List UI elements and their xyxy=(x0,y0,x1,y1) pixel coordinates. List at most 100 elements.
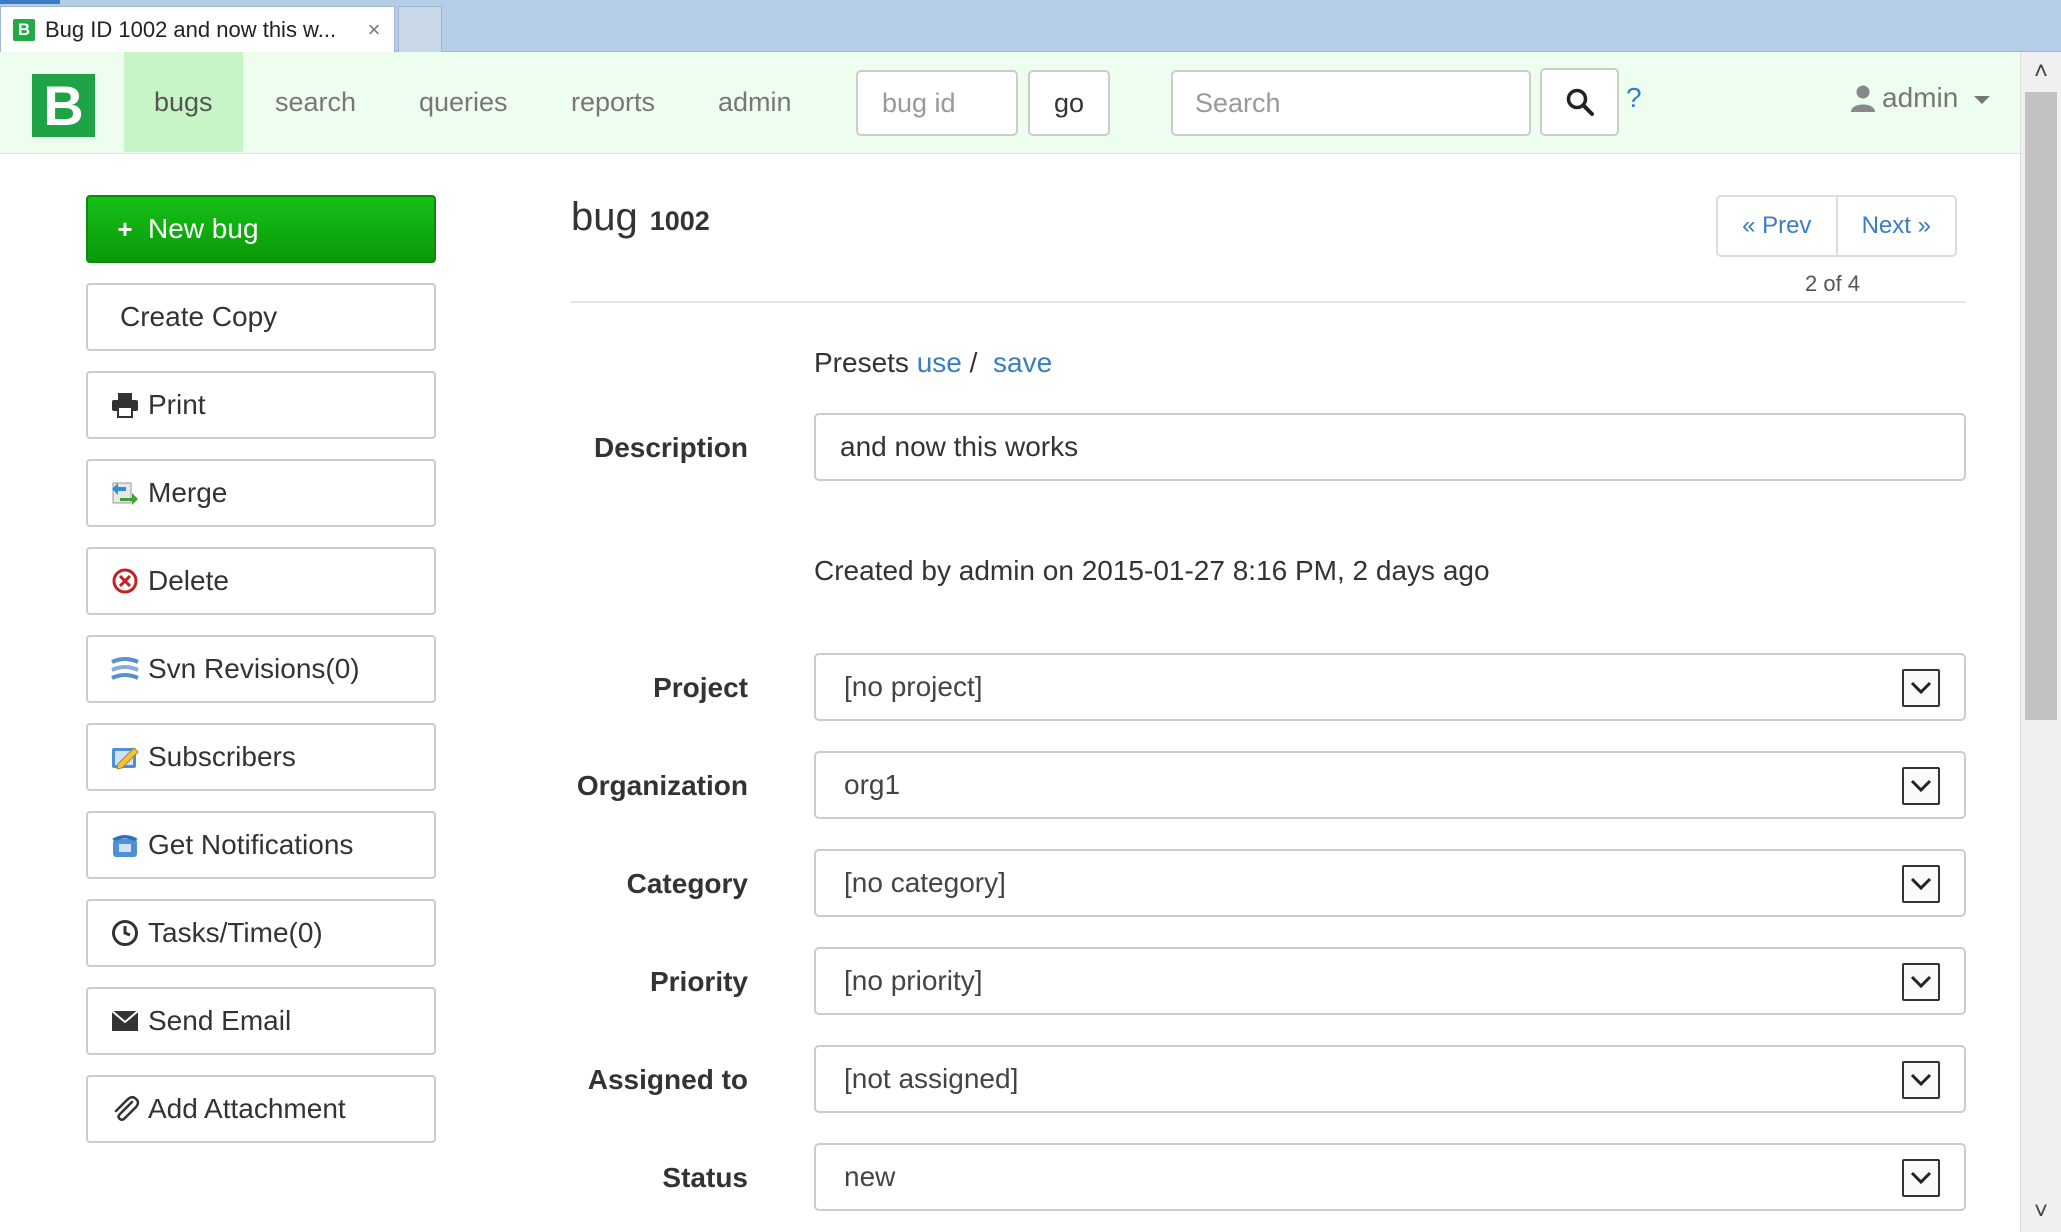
nav-link-reports[interactable]: reports xyxy=(541,52,685,152)
add-attachment-button[interactable]: Add Attachment xyxy=(86,1075,436,1143)
scroll-up-arrow[interactable]: ˄ xyxy=(2021,52,2061,92)
tasks-time-button[interactable]: Tasks/Time(0) xyxy=(86,899,436,967)
status-select[interactable]: new xyxy=(814,1143,1966,1211)
subscribers-icon xyxy=(110,742,140,772)
create-copy-label: Create Copy xyxy=(120,301,278,332)
user-menu[interactable]: admin xyxy=(1850,82,1991,114)
search-icon xyxy=(1566,88,1594,116)
scroll-thumb[interactable] xyxy=(2025,92,2057,720)
add-attachment-label: Add Attachment xyxy=(148,1093,346,1124)
browser-tab[interactable]: B Bug ID 1002 and now this w... × xyxy=(0,6,395,52)
brand-logo[interactable]: B xyxy=(32,74,95,137)
tab-title: Bug ID 1002 and now this w... xyxy=(45,16,337,42)
category-select[interactable]: [no category] xyxy=(814,849,1966,917)
presets-separator: / xyxy=(969,347,978,378)
favicon-icon: B xyxy=(13,18,35,41)
navbar: B bugs search queries reports admin go ?… xyxy=(0,52,2020,154)
assigned-label: Assigned to xyxy=(587,1064,748,1095)
priority-label: Priority xyxy=(649,966,748,997)
priority-row: Priority [no priority] xyxy=(571,947,1966,1017)
search-input[interactable] xyxy=(1171,70,1531,136)
category-label: Category xyxy=(626,868,748,899)
merge-label: Merge xyxy=(148,477,228,508)
tasks-time-label: Tasks/Time(0) xyxy=(148,917,323,948)
nav-link-queries[interactable]: queries xyxy=(389,52,538,152)
nav-link-admin[interactable]: admin xyxy=(688,52,822,152)
assigned-row: Assigned to [not assigned] xyxy=(571,1045,1966,1115)
envelope-icon xyxy=(110,1006,140,1036)
priority-select[interactable]: [no priority] xyxy=(814,947,1966,1015)
subscribers-label: Subscribers xyxy=(148,741,296,772)
project-select[interactable]: [no project] xyxy=(814,653,1966,721)
print-button[interactable]: Print xyxy=(86,371,436,439)
send-email-button[interactable]: Send Email xyxy=(86,987,436,1055)
title-word: bug xyxy=(571,195,638,239)
bug-id-input[interactable] xyxy=(856,70,1018,136)
nav-link-bugs[interactable]: bugs xyxy=(124,52,243,152)
chevron-down-icon xyxy=(1902,767,1940,805)
action-sidebar: + New bug Create Copy Print Merge Delete… xyxy=(86,195,436,1163)
scroll-down-arrow[interactable]: ˅ xyxy=(2021,1192,2061,1232)
pager-position: 2 of 4 xyxy=(1805,271,1861,296)
notifications-icon xyxy=(110,830,140,860)
create-copy-button[interactable]: Create Copy xyxy=(86,283,436,351)
new-bug-button[interactable]: + New bug xyxy=(86,195,436,263)
svn-revisions-label: Svn Revisions(0) xyxy=(148,653,360,684)
presets-use-link[interactable]: use xyxy=(917,347,962,378)
created-info: Created by admin on 2015-01-27 8:16 PM, … xyxy=(814,555,1490,586)
paperclip-icon xyxy=(110,1094,140,1124)
presets-label: Presets xyxy=(814,347,909,378)
chevron-down-icon xyxy=(1974,96,1991,104)
bug-number: 1002 xyxy=(649,206,710,236)
next-button[interactable]: Next » xyxy=(1835,197,1956,255)
description-field[interactable] xyxy=(814,413,1966,481)
organization-row: Organization org1 xyxy=(571,751,1966,821)
browser-tab-strip: B Bug ID 1002 and now this w... × xyxy=(0,0,2061,52)
chevron-down-icon xyxy=(1902,669,1940,707)
status-value: new xyxy=(844,1161,896,1192)
nav-link-search[interactable]: search xyxy=(245,52,386,152)
divider xyxy=(571,301,1966,303)
delete-label: Delete xyxy=(148,565,229,596)
page-title: bug 1002 xyxy=(571,195,710,240)
presets-row: Presets use / save xyxy=(814,347,1052,379)
status-row: Status new xyxy=(571,1143,1966,1213)
get-notifications-label: Get Notifications xyxy=(148,829,354,860)
help-link[interactable]: ? xyxy=(1626,82,1642,114)
organization-select[interactable]: org1 xyxy=(814,751,1966,819)
get-notifications-button[interactable]: Get Notifications xyxy=(86,811,436,879)
send-email-label: Send Email xyxy=(148,1005,292,1036)
status-label: Status xyxy=(662,1162,748,1193)
close-tab-icon[interactable]: × xyxy=(354,17,394,43)
prev-button[interactable]: « Prev xyxy=(1718,197,1836,255)
search-button[interactable] xyxy=(1540,68,1619,136)
svn-icon xyxy=(110,654,140,684)
priority-value: [no priority] xyxy=(844,965,983,996)
merge-icon xyxy=(110,478,140,508)
category-row: Category [no category] xyxy=(571,849,1966,919)
clock-icon xyxy=(110,918,140,948)
organization-value: org1 xyxy=(844,769,901,800)
user-name: admin xyxy=(1882,82,1959,113)
vertical-scrollbar[interactable]: ˄ ˅ xyxy=(2020,52,2061,1232)
subscribers-button[interactable]: Subscribers xyxy=(86,723,436,791)
category-value: [no category] xyxy=(844,867,1006,898)
delete-button[interactable]: Delete xyxy=(86,547,436,615)
svn-revisions-button[interactable]: Svn Revisions(0) xyxy=(86,635,436,703)
new-bug-label: New bug xyxy=(148,213,259,244)
assigned-select[interactable]: [not assigned] xyxy=(814,1045,1966,1113)
chevron-down-icon xyxy=(1902,1061,1940,1099)
merge-button[interactable]: Merge xyxy=(86,459,436,527)
description-row: Description xyxy=(571,413,1966,483)
chevron-down-icon xyxy=(1902,1159,1940,1197)
description-label: Description xyxy=(593,432,748,463)
presets-save-link[interactable]: save xyxy=(993,347,1052,378)
assigned-value: [not assigned] xyxy=(844,1063,1019,1094)
chevron-down-icon xyxy=(1902,865,1940,903)
chevron-down-icon xyxy=(1902,963,1940,1001)
new-tab-button[interactable] xyxy=(398,6,442,52)
go-button[interactable]: go xyxy=(1028,70,1110,136)
delete-icon xyxy=(110,566,140,596)
plus-icon: + xyxy=(117,214,133,244)
printer-icon xyxy=(110,390,140,420)
